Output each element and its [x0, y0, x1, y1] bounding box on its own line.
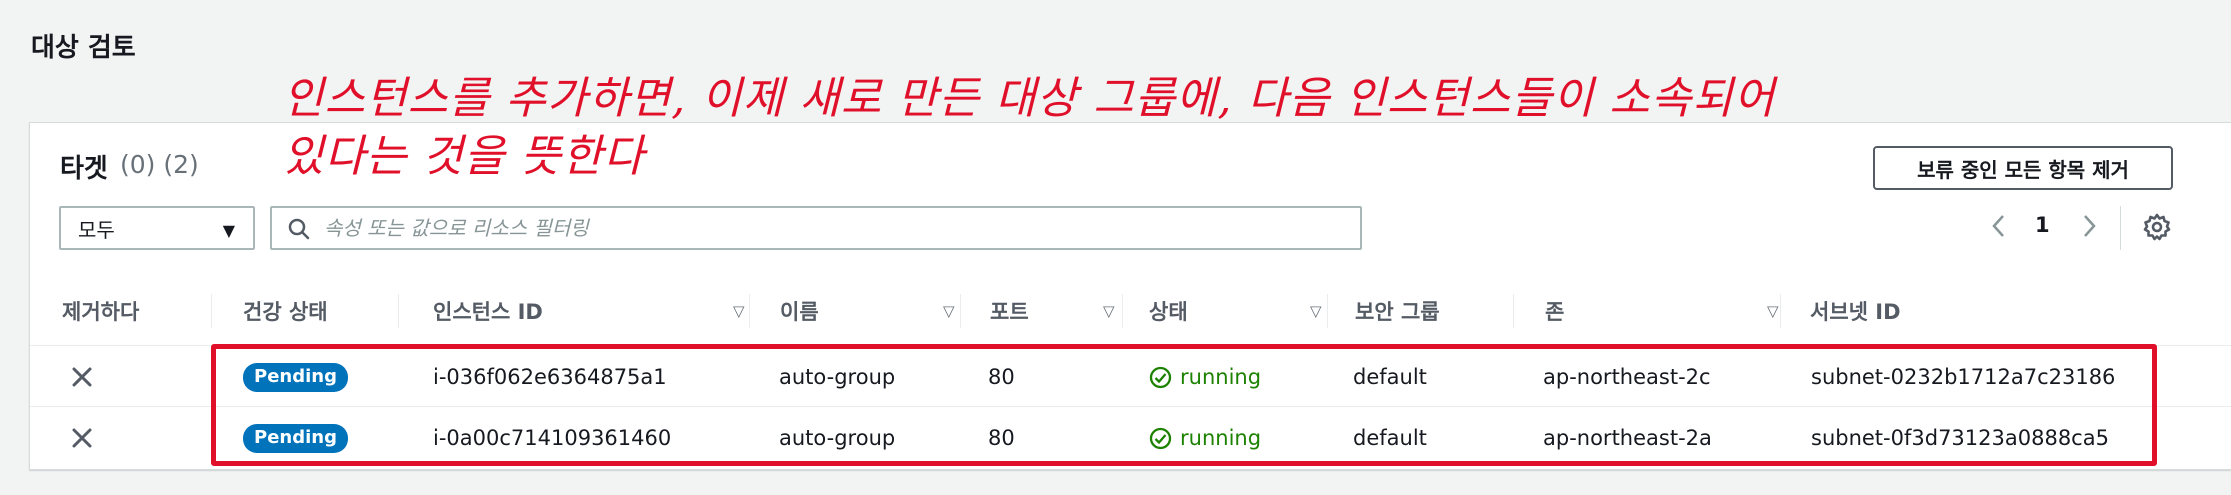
name-cell: auto-group	[779, 365, 896, 389]
name-cell: auto-group	[779, 426, 896, 450]
instance-id-cell: i-0a00c714109361460	[433, 426, 672, 450]
targets-count: (0) (2)	[120, 150, 199, 179]
subnet-cell: subnet-0232b1712a7c23186	[1811, 365, 2116, 389]
column-zone-label: 존	[1545, 300, 1565, 324]
filter-select-value: 모두	[78, 217, 115, 242]
pager-divider	[2120, 206, 2121, 250]
sort-icon[interactable]: ▽	[1310, 302, 1322, 320]
column-divider	[749, 294, 750, 328]
column-divider	[1327, 294, 1328, 328]
remove-cell	[70, 408, 94, 468]
close-icon[interactable]	[70, 426, 94, 450]
column-name-label: 이름	[780, 300, 819, 324]
column-instance-id-label: 인스턴스 ID	[433, 300, 543, 324]
state-cell: running	[1149, 408, 1261, 468]
port-cell: 80	[988, 365, 1015, 389]
chevron-right-icon[interactable]	[2077, 211, 2101, 241]
health-cell: Pending	[243, 408, 348, 468]
column-state-label: 상태	[1149, 300, 1188, 324]
search-box[interactable]	[270, 206, 1362, 250]
instance-id-cell: i-036f062e6364875a1	[433, 365, 667, 389]
column-divider	[398, 294, 399, 328]
column-zone[interactable]: 존 ▽	[1545, 276, 1795, 346]
column-remove: 제거하다	[62, 276, 139, 346]
column-instance-id[interactable]: 인스턴스 ID ▽	[433, 276, 753, 346]
table-row: Pending i-0a00c714109361460 auto-group 8…	[30, 408, 2231, 468]
check-circle-icon	[1149, 366, 1172, 388]
health-cell: Pending	[243, 347, 348, 407]
zone-cell: ap-northeast-2c	[1543, 365, 1711, 389]
page-title: 대상 검토	[31, 33, 136, 63]
table-header: 제거하다 건강 상태 인스턴스 ID ▽ 이름 ▽ 포트 ▽ 상태 ▽ 보안 그룹 존 ▽…	[30, 276, 2231, 346]
subnet-cell: subnet-0f3d73123a0888ca5	[1811, 426, 2109, 450]
column-health-label: 건강 상태	[243, 300, 328, 324]
status-badge: Pending	[243, 423, 348, 453]
gear-icon[interactable]	[2143, 213, 2171, 241]
column-security-group: 보안 그룹	[1355, 276, 1440, 346]
column-state[interactable]: 상태 ▽	[1149, 276, 1339, 346]
sort-icon[interactable]: ▽	[733, 302, 745, 320]
port-cell: 80	[988, 426, 1015, 450]
column-divider	[1513, 294, 1514, 328]
remove-all-pending-button[interactable]: 보류 중인 모든 항목 제거	[1873, 146, 2173, 190]
caret-down-icon: ▼	[222, 221, 235, 240]
targets-title: 타겟	[60, 154, 108, 184]
remove-cell	[70, 347, 94, 407]
close-icon[interactable]	[70, 365, 94, 389]
column-subnet-id-label: 서브넷 ID	[1810, 300, 1901, 324]
page-number[interactable]: 1	[2035, 213, 2050, 237]
handwritten-annotation: 인스턴스를 추가하면, 이제 새로 만든 대상 그룹에, 다음 인스턴스들이 소…	[283, 73, 1776, 182]
column-security-group-label: 보안 그룹	[1355, 300, 1440, 324]
status-badge: Pending	[243, 362, 348, 392]
table-row: Pending i-036f062e6364875a1 auto-group 8…	[30, 347, 2231, 407]
column-divider	[1780, 294, 1781, 328]
security-group-cell: default	[1353, 365, 1427, 389]
column-divider	[211, 294, 212, 328]
search-icon	[288, 218, 310, 240]
security-group-cell: default	[1353, 426, 1427, 450]
state-label: running	[1180, 365, 1262, 389]
search-input[interactable]	[324, 214, 1344, 242]
column-remove-label: 제거하다	[62, 300, 140, 324]
column-divider	[1122, 294, 1123, 328]
chevron-left-icon[interactable]	[1987, 211, 2011, 241]
column-health: 건강 상태	[243, 276, 328, 346]
sort-icon[interactable]: ▽	[943, 302, 955, 320]
state-label: running	[1180, 426, 1262, 450]
column-divider	[960, 294, 961, 328]
zone-cell: ap-northeast-2a	[1543, 426, 1712, 450]
state-cell: running	[1149, 347, 1261, 407]
column-port-label: 포트	[990, 300, 1029, 324]
column-name[interactable]: 이름 ▽	[780, 276, 970, 346]
filter-select[interactable]: 모두 ▼	[59, 206, 255, 250]
check-circle-icon	[1149, 427, 1172, 449]
column-subnet-id: 서브넷 ID	[1810, 276, 1901, 346]
column-port[interactable]: 포트 ▽	[990, 276, 1130, 346]
sort-icon[interactable]: ▽	[1103, 302, 1115, 320]
sort-icon[interactable]: ▽	[1767, 302, 1779, 320]
